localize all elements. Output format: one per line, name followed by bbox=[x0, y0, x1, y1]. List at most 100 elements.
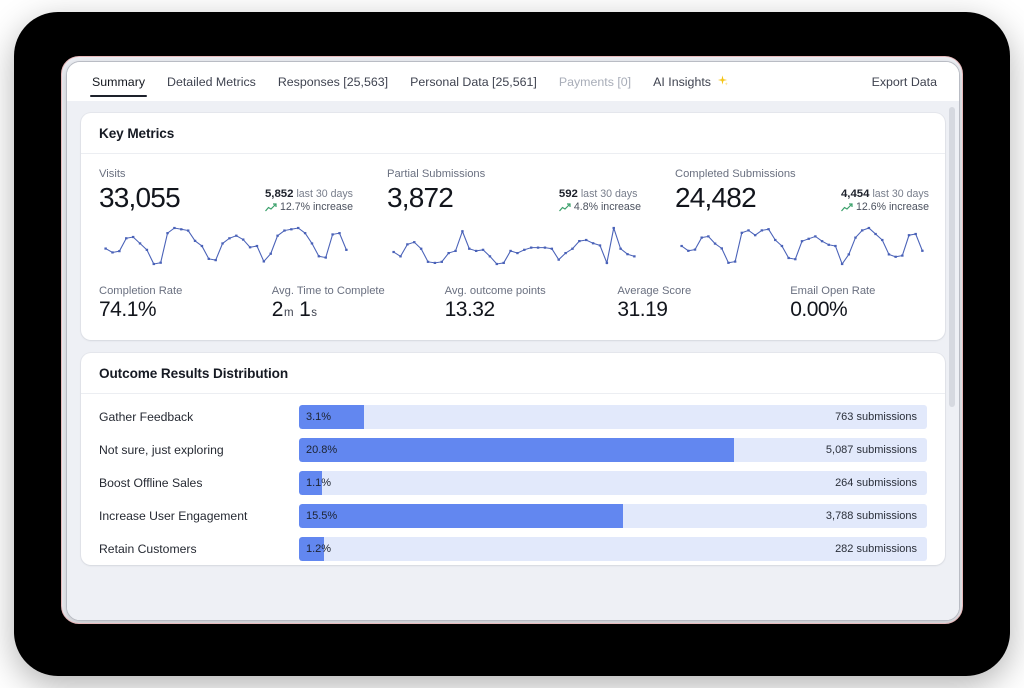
device-frame: Summary Detailed Metrics Responses [25,5… bbox=[14, 12, 1010, 676]
trend-period: last 30 days bbox=[872, 188, 929, 200]
outcome-distribution-card: Outcome Results Distribution Gather Feed… bbox=[81, 353, 945, 565]
export-data-button[interactable]: Export Data bbox=[866, 62, 943, 101]
outcome-label: Not sure, just exploring bbox=[99, 443, 299, 457]
outcome-bar-track: 3.1% 763 submissions bbox=[299, 405, 927, 429]
export-data-label: Export Data bbox=[872, 75, 937, 89]
metric-average-score: Average Score 31.19 bbox=[599, 285, 772, 322]
metric-value: 3,872 bbox=[387, 182, 453, 214]
metric-email-open-rate: Email Open Rate 0.00% bbox=[772, 285, 945, 322]
metric-label: Avg. outcome points bbox=[445, 285, 592, 297]
tab-bar: Summary Detailed Metrics Responses [25,5… bbox=[67, 62, 959, 101]
tab-label: Payments [0] bbox=[559, 75, 631, 89]
outcome-percent-label: 15.5% bbox=[306, 504, 337, 528]
metric-trend: 4,454 last 30 days 12.6% increase bbox=[841, 182, 929, 213]
tab-summary[interactable]: Summary bbox=[81, 62, 156, 101]
metric-value: 31.19 bbox=[617, 298, 667, 322]
tab-label: AI Insights bbox=[653, 75, 711, 89]
trend-change: 4.8% increase bbox=[574, 201, 641, 213]
tab-label: Personal Data [25,561] bbox=[410, 75, 537, 89]
outcome-count-label: 763 submissions bbox=[835, 405, 917, 429]
scrollbar-track[interactable] bbox=[951, 103, 957, 618]
tab-payments[interactable]: Payments [0] bbox=[548, 62, 642, 101]
key-metrics-title: Key Metrics bbox=[81, 113, 945, 154]
trend-period: last 30 days bbox=[296, 188, 353, 200]
partial-submissions-sparkline bbox=[387, 222, 641, 270]
metric-label: Visits bbox=[99, 168, 353, 180]
outcome-count-label: 3,788 submissions bbox=[826, 504, 917, 528]
outcome-bar-fill bbox=[299, 438, 734, 462]
metric-completion-rate: Completion Rate 74.1% bbox=[81, 285, 254, 322]
scrollbar-thumb[interactable] bbox=[949, 107, 955, 407]
outcome-rows: Gather Feedback 3.1% 763 submissions Not su… bbox=[81, 394, 945, 565]
visits-sparkline bbox=[99, 222, 353, 270]
outcome-label: Boost Offline Sales bbox=[99, 476, 299, 490]
metric-partial-submissions: Partial Submissions 3,872 592 last 30 da… bbox=[369, 168, 657, 275]
outcome-bar-track: 15.5% 3,788 submissions bbox=[299, 504, 927, 528]
outcome-count-label: 5,087 submissions bbox=[826, 438, 917, 462]
metric-visits: Visits 33,055 5,852 last 30 days bbox=[81, 168, 369, 275]
outcome-percent-label: 1.2% bbox=[306, 537, 331, 561]
metric-value: 33,055 bbox=[99, 182, 180, 214]
tab-responses[interactable]: Responses [25,563] bbox=[267, 62, 399, 101]
sparkle-icon bbox=[716, 74, 729, 89]
outcome-row: Gather Feedback 3.1% 763 submissions bbox=[81, 400, 945, 433]
tab-label: Detailed Metrics bbox=[167, 75, 256, 89]
metric-value: 2 bbox=[272, 298, 283, 322]
metric-unit-secondary: s bbox=[311, 307, 316, 319]
tab-detailed-metrics[interactable]: Detailed Metrics bbox=[156, 62, 267, 101]
content-scroll-area[interactable]: Key Metrics Visits 33,055 5,852 last 30 … bbox=[67, 101, 959, 620]
trend-up-icon bbox=[841, 203, 853, 212]
outcome-bar-fill bbox=[299, 504, 623, 528]
outcome-count-label: 282 submissions bbox=[835, 537, 917, 561]
trend-period: last 30 days bbox=[581, 188, 638, 200]
outcome-distribution-title: Outcome Results Distribution bbox=[81, 353, 945, 394]
metric-completed-submissions: Completed Submissions 24,482 4,454 last … bbox=[657, 168, 945, 275]
metric-value: 24,482 bbox=[675, 182, 756, 214]
completed-submissions-sparkline bbox=[675, 222, 929, 270]
trend-change: 12.6% increase bbox=[856, 201, 929, 213]
outcome-percent-label: 20.8% bbox=[306, 438, 337, 462]
outcome-bar-track: 1.2% 282 submissions bbox=[299, 537, 927, 561]
outcome-row: Retain Customers 1.2% 282 submissions bbox=[81, 532, 945, 565]
metric-value: 0.00% bbox=[790, 298, 847, 322]
tab-personal-data[interactable]: Personal Data [25,561] bbox=[399, 62, 548, 101]
metric-avg-time-to-complete: Avg. Time to Complete 2 m 1 s bbox=[254, 285, 427, 322]
trend-count: 5,852 bbox=[265, 188, 294, 200]
metric-label: Completion Rate bbox=[99, 285, 246, 297]
key-metrics-card: Key Metrics Visits 33,055 5,852 last 30 … bbox=[81, 113, 945, 340]
metric-trend: 5,852 last 30 days 12.7% increase bbox=[265, 182, 353, 213]
trend-count: 4,454 bbox=[841, 188, 870, 200]
analytics-window: Summary Detailed Metrics Responses [25,5… bbox=[66, 61, 960, 621]
outcome-label: Gather Feedback bbox=[99, 410, 299, 424]
outcome-label: Increase User Engagement bbox=[99, 509, 299, 523]
metric-label: Partial Submissions bbox=[387, 168, 641, 180]
outcome-row: Not sure, just exploring 20.8% 5,087 submi… bbox=[81, 433, 945, 466]
metric-label: Average Score bbox=[617, 285, 764, 297]
metric-value-secondary: 1 bbox=[299, 298, 310, 322]
metric-label: Email Open Rate bbox=[790, 285, 937, 297]
outcome-row: Increase User Engagement 15.5% 3,788 submi… bbox=[81, 499, 945, 532]
metric-unit: m bbox=[284, 307, 293, 319]
trend-count: 592 bbox=[559, 188, 578, 200]
tab-label: Summary bbox=[92, 75, 145, 89]
tab-ai-insights[interactable]: AI Insights bbox=[642, 62, 740, 101]
secondary-metrics-row: Completion Rate 74.1% Avg. Time to Compl… bbox=[81, 281, 945, 340]
device-screen: Summary Detailed Metrics Responses [25,5… bbox=[61, 56, 963, 624]
outcome-row: Boost Offline Sales 1.1% 264 submissions bbox=[81, 466, 945, 499]
metric-value: 74.1% bbox=[99, 298, 156, 322]
metric-label: Completed Submissions bbox=[675, 168, 929, 180]
outcome-bar-track: 20.8% 5,087 submissions bbox=[299, 438, 927, 462]
primary-metrics-row: Visits 33,055 5,852 last 30 days bbox=[81, 154, 945, 281]
outcome-bar-track: 1.1% 264 submissions bbox=[299, 471, 927, 495]
trend-up-icon bbox=[265, 203, 277, 212]
outcome-label: Retain Customers bbox=[99, 542, 299, 556]
outcome-count-label: 264 submissions bbox=[835, 471, 917, 495]
trend-change: 12.7% increase bbox=[280, 201, 353, 213]
outcome-percent-label: 1.1% bbox=[306, 471, 331, 495]
metric-label: Avg. Time to Complete bbox=[272, 285, 419, 297]
metric-trend: 592 last 30 days 4.8% increase bbox=[559, 182, 641, 213]
trend-up-icon bbox=[559, 203, 571, 212]
tab-label: Responses [25,563] bbox=[278, 75, 388, 89]
metric-value: 13.32 bbox=[445, 298, 495, 322]
outcome-percent-label: 3.1% bbox=[306, 405, 331, 429]
